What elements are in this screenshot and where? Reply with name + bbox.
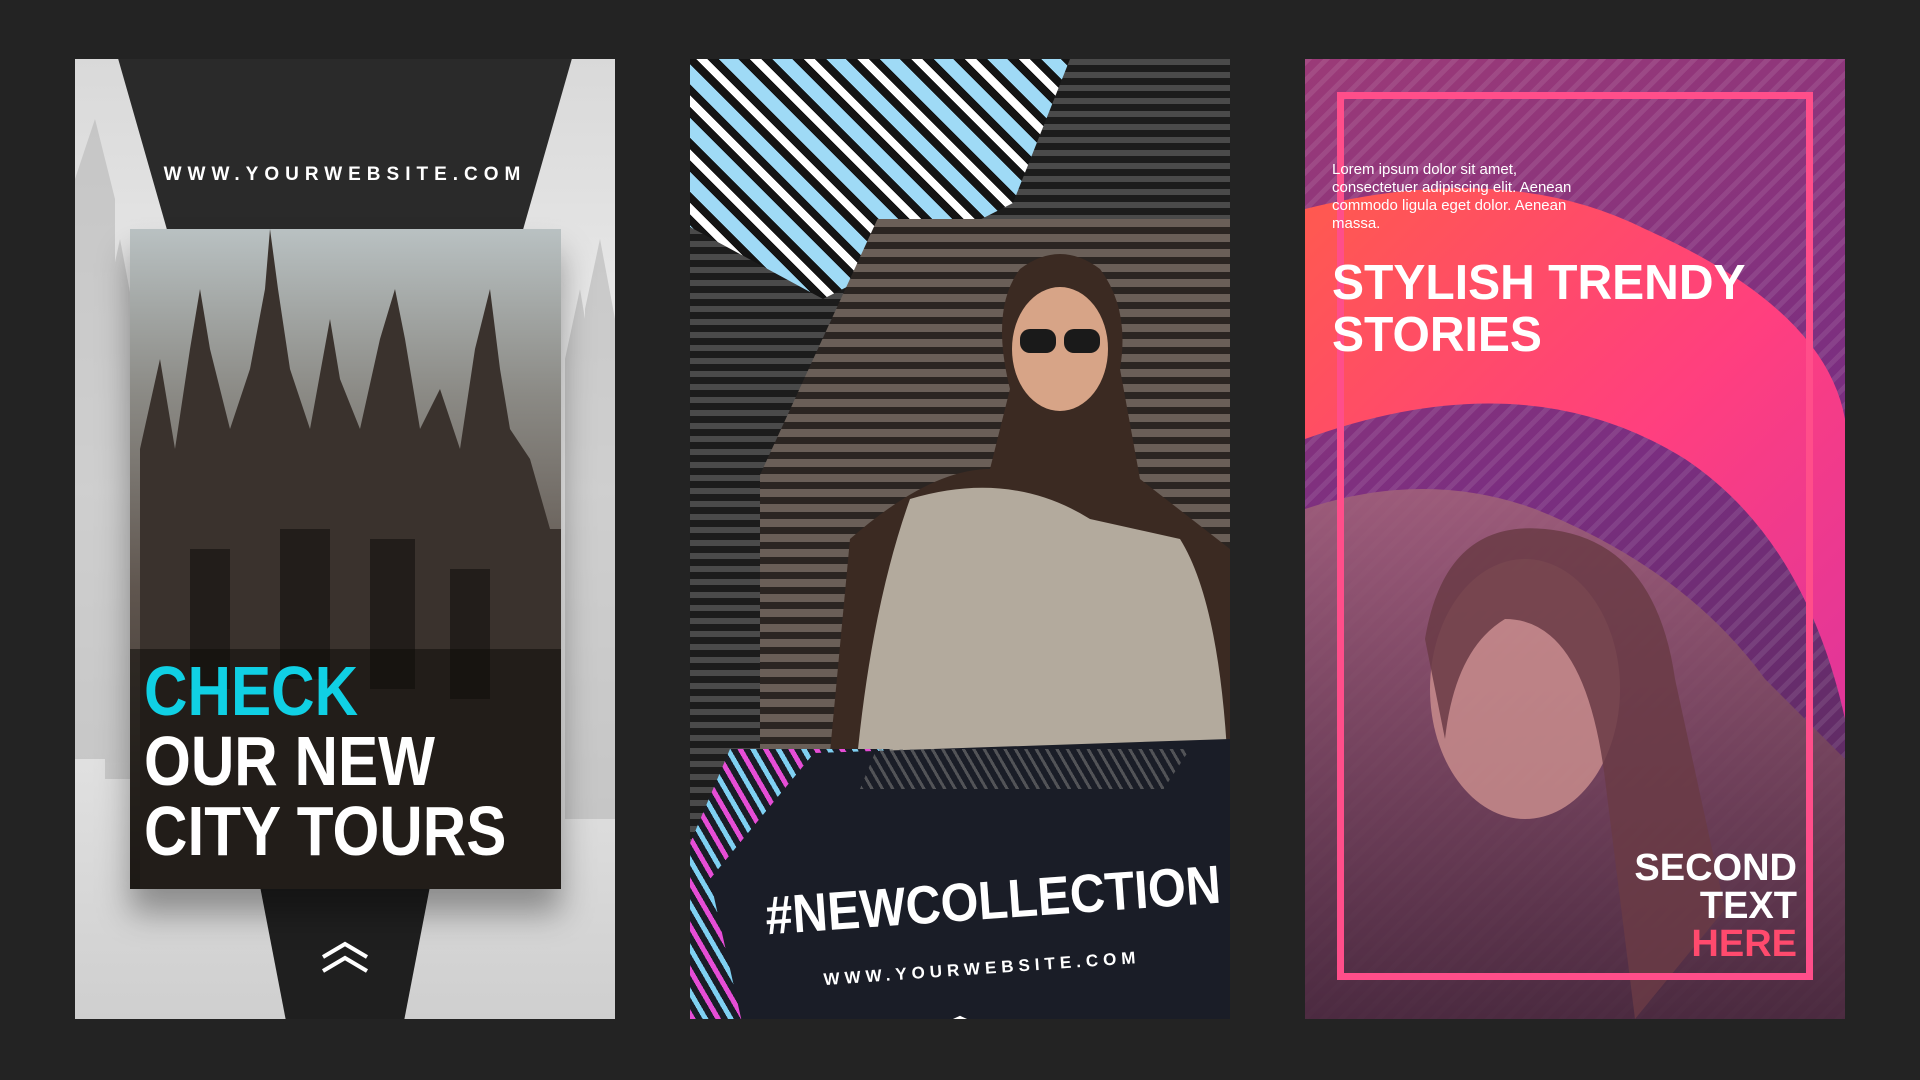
chevron-up-icon[interactable] bbox=[935, 1014, 985, 1019]
double-chevron-up-icon[interactable] bbox=[320, 939, 370, 975]
story-card-new-collection[interactable]: #NEWCOLLECTION WWW.YOURWEBSITE.COM bbox=[690, 59, 1230, 1019]
story-card-stylish-trendy[interactable]: Lorem ipsum dolor sit amet, consectetuer… bbox=[1305, 59, 1845, 1019]
headline-line-1: CHECK bbox=[144, 652, 359, 730]
second-text-line-2: TEXT bbox=[1699, 885, 1797, 927]
headline-line-3: CITY TOURS bbox=[144, 792, 507, 870]
second-text: SECOND TEXT HERE bbox=[1634, 849, 1797, 963]
story-card-city-tours[interactable]: WWW.YOURWEBSITE.COM CHECK OUR NEW CITY T… bbox=[75, 59, 615, 1019]
title-line-1: STYLISH TRENDY bbox=[1332, 256, 1746, 310]
body-text: Lorem ipsum dolor sit amet, consectetuer… bbox=[1332, 161, 1572, 232]
title-line-2: STORIES bbox=[1332, 308, 1542, 362]
second-text-line-3: HERE bbox=[1691, 923, 1797, 965]
second-text-line-1: SECOND bbox=[1634, 847, 1797, 889]
title: STYLISH TRENDY STORIES bbox=[1332, 257, 1746, 361]
headline-line-2: OUR NEW bbox=[144, 722, 435, 800]
website-url[interactable]: WWW.YOURWEBSITE.COM bbox=[75, 164, 615, 186]
headline: CHECK OUR NEW CITY TOURS bbox=[144, 656, 506, 866]
hatch-decoration bbox=[860, 749, 1190, 789]
